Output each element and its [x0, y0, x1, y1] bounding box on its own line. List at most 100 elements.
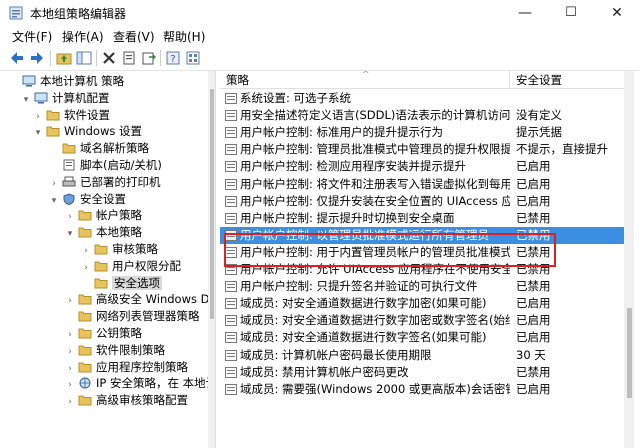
policy-row[interactable]: 域成员: 计算机帐户密码最长使用期限 30 天 [220, 347, 634, 364]
policy-row[interactable]: 用户帐户控制: 将文件和注册表写入错误虚拟化到每用户位置已启用 [220, 176, 634, 193]
policy-row[interactable]: 系统设置: 可选子系统 [220, 90, 634, 107]
tree-item[interactable]: › 公钥策略 [65, 325, 142, 342]
delete-icon[interactable] [100, 49, 118, 67]
tree-item[interactable]: ▾ 安全设置 [49, 191, 126, 208]
tree-item[interactable]: 安全选项 [81, 275, 162, 292]
export-icon[interactable] [140, 49, 158, 67]
policy-row[interactable]: 用户帐户控制: 仅提升安装在安全位置的 UIAccess 应用程序已启用 [220, 193, 634, 210]
tree-item-label: 高级安全 Windows Defe [96, 292, 216, 307]
folder-icon [78, 328, 92, 339]
folder-icon [78, 362, 92, 373]
policy-row[interactable]: 用户帐户控制: 只提升签名并验证的可执行文件 已禁用 [220, 278, 634, 295]
tree-item[interactable]: 脚本(启动/关机) [49, 157, 162, 174]
policy-row[interactable]: 用户帐户控制: 允许 UIAccess 应用程序在不使用安全桌面... 已禁用 [220, 261, 634, 278]
tree-item[interactable]: › 用户权限分配 [81, 258, 181, 275]
policy-setting: 已启用 [516, 381, 551, 396]
policy-row[interactable]: 域成员: 禁用计算机帐户密码更改 已禁用 [220, 364, 634, 381]
tree-item[interactable]: › 高级安全 Windows Defe [65, 291, 216, 308]
collapsed-chevron-icon[interactable]: › [65, 394, 75, 411]
policy-row[interactable]: 域成员: 需要强(Windows 2000 或更高版本)会话密钥 已启用 [220, 381, 634, 398]
help-icon[interactable]: ? [164, 49, 182, 67]
tree-item[interactable]: ▾ Windows 设置 [33, 123, 142, 140]
tree-item[interactable]: › 审核策略 [81, 241, 158, 258]
menu-file[interactable]: 文件(F) [12, 28, 52, 45]
expanded-chevron-icon[interactable]: ▾ [65, 226, 75, 243]
tree-item-label: 用户权限分配 [112, 258, 181, 273]
properties-icon[interactable] [120, 49, 138, 67]
policy-row[interactable]: 用户帐户控制: 标准用户的提升提示行为 提示凭据 [220, 124, 634, 141]
tree-item[interactable]: › 帐户策略 [65, 207, 142, 224]
policy-row[interactable]: 域成员: 对安全通道数据进行数字加密(如果可能) 已启用 [220, 295, 634, 312]
policy-setting: 不提示，直接提升 [516, 142, 608, 157]
tree-item[interactable]: › 已部署的打印机 [49, 174, 160, 191]
policy-row[interactable]: 用户帐户控制: 以管理员批准模式运行所有管理员 已禁用 [220, 226, 634, 244]
policy-list-pane: 策略 ^ 安全设置 系统设置: 可选子系统 用安全描述符定义语言(SDDL)语法表… [220, 71, 634, 448]
forward-icon[interactable] [28, 49, 46, 67]
policy-row[interactable]: 域成员: 对安全通道数据进行数字加密或数字签名(始终) 已启用 [220, 312, 634, 329]
column-header-policy[interactable]: 策略 ^ [220, 71, 510, 89]
tree-item[interactable]: 本地计算机 策略 [9, 73, 124, 90]
menu-view[interactable]: 查看(V) [113, 28, 155, 45]
policy-row[interactable]: 用安全描述符定义语言(SDDL)语法表示的计算机访问限制 没有定义 [220, 107, 634, 124]
list-scrollbar-thumb[interactable] [627, 308, 632, 398]
policy-setting: 没有定义 [516, 108, 562, 123]
policy-row[interactable]: 用户帐户控制: 管理员批准模式中管理员的提升权限提示的... 不提示，直接提升 [220, 141, 634, 158]
tree-item-label: Windows 设置 [64, 124, 142, 139]
minimize-button[interactable]: — [502, 0, 548, 26]
network-icon [79, 377, 91, 389]
policy-name: 用安全描述符定义语言(SDDL)语法表示的计算机访问限制 [240, 108, 510, 123]
tree-item-label: 应用程序控制策略 [96, 359, 188, 374]
tree-item[interactable]: › IP 安全策略，在 本地计算 [65, 375, 215, 392]
policy-editor-icon [9, 6, 23, 20]
policy-icon [225, 110, 237, 122]
column-header-setting[interactable]: 安全设置 [510, 71, 634, 89]
policy-row[interactable]: 用户帐户控制: 用于内置管理员帐户的管理员批准模式 已禁用 [220, 244, 634, 261]
folder-icon [78, 294, 92, 305]
back-icon[interactable] [8, 49, 26, 67]
computer-icon [34, 92, 48, 104]
policy-setting: 已禁用 [516, 210, 551, 225]
policy-icon [225, 264, 237, 275]
policy-row[interactable]: 用户帐户控制: 提示提升时切换到安全桌面 已禁用 [220, 210, 634, 227]
folder-icon [94, 244, 108, 255]
policy-setting: 已启用 [516, 313, 551, 328]
view-icon[interactable] [184, 49, 202, 67]
policy-setting: 已禁用 [516, 244, 551, 259]
policy-name: 用户帐户控制: 仅提升安装在安全位置的 UIAccess 应用程序 [240, 193, 510, 208]
tree-item[interactable]: › 高级审核策略配置 [65, 392, 188, 409]
close-button[interactable]: ✕ [594, 0, 640, 26]
policy-row[interactable]: 域成员: 对安全通道数据进行数字签名(如果可能) 已启用 [220, 329, 634, 346]
folder-icon [94, 278, 108, 289]
tree-item-label: 域名解析策略 [80, 141, 149, 156]
policy-setting: 已禁用 [516, 279, 551, 294]
tree-item-label: 安全选项 [112, 275, 162, 290]
expanded-chevron-icon[interactable]: ▾ [21, 92, 31, 109]
menu-action[interactable]: 操作(A) [62, 28, 104, 45]
maximize-button[interactable]: ☐ [548, 0, 594, 26]
expanded-chevron-icon[interactable]: ▾ [49, 193, 59, 210]
policy-row[interactable]: 用户帐户控制: 检测应用程序安装并提示提升 已启用 [220, 158, 634, 175]
tree-item[interactable]: › 软件设置 [33, 107, 110, 124]
policy-setting: 已启用 [516, 296, 551, 311]
tree-item[interactable]: › 软件限制策略 [65, 342, 165, 359]
tree-item[interactable]: › 应用程序控制策略 [65, 359, 188, 376]
show-tree-icon[interactable] [75, 49, 93, 67]
folder-icon [78, 227, 92, 238]
tree-item[interactable]: ▾ 本地策略 [65, 224, 142, 241]
tree-item[interactable]: ▾ 计算机配置 [21, 90, 110, 107]
policy-setting: 已禁用 [516, 262, 551, 276]
policy-icon [225, 383, 237, 395]
tree-item-label: 本地计算机 策略 [40, 74, 125, 88]
policy-name: 用户帐户控制: 标准用户的提升提示行为 [240, 125, 444, 140]
menu-help[interactable]: 帮助(H) [163, 28, 205, 45]
policy-icon [225, 229, 237, 241]
tree-scrollbar-thumb[interactable] [210, 89, 214, 319]
policy-name: 用户帐户控制: 用于内置管理员帐户的管理员批准模式 [240, 244, 510, 259]
policy-setting: 已禁用 [516, 227, 551, 242]
computer-icon [22, 75, 36, 87]
policy-setting: 已启用 [516, 176, 551, 191]
tree-item[interactable]: 网络列表管理器策略 [65, 308, 200, 325]
expanded-chevron-icon[interactable]: ▾ [33, 125, 43, 142]
up-folder-icon[interactable] [55, 49, 73, 67]
tree-item[interactable]: 域名解析策略 [49, 140, 149, 157]
